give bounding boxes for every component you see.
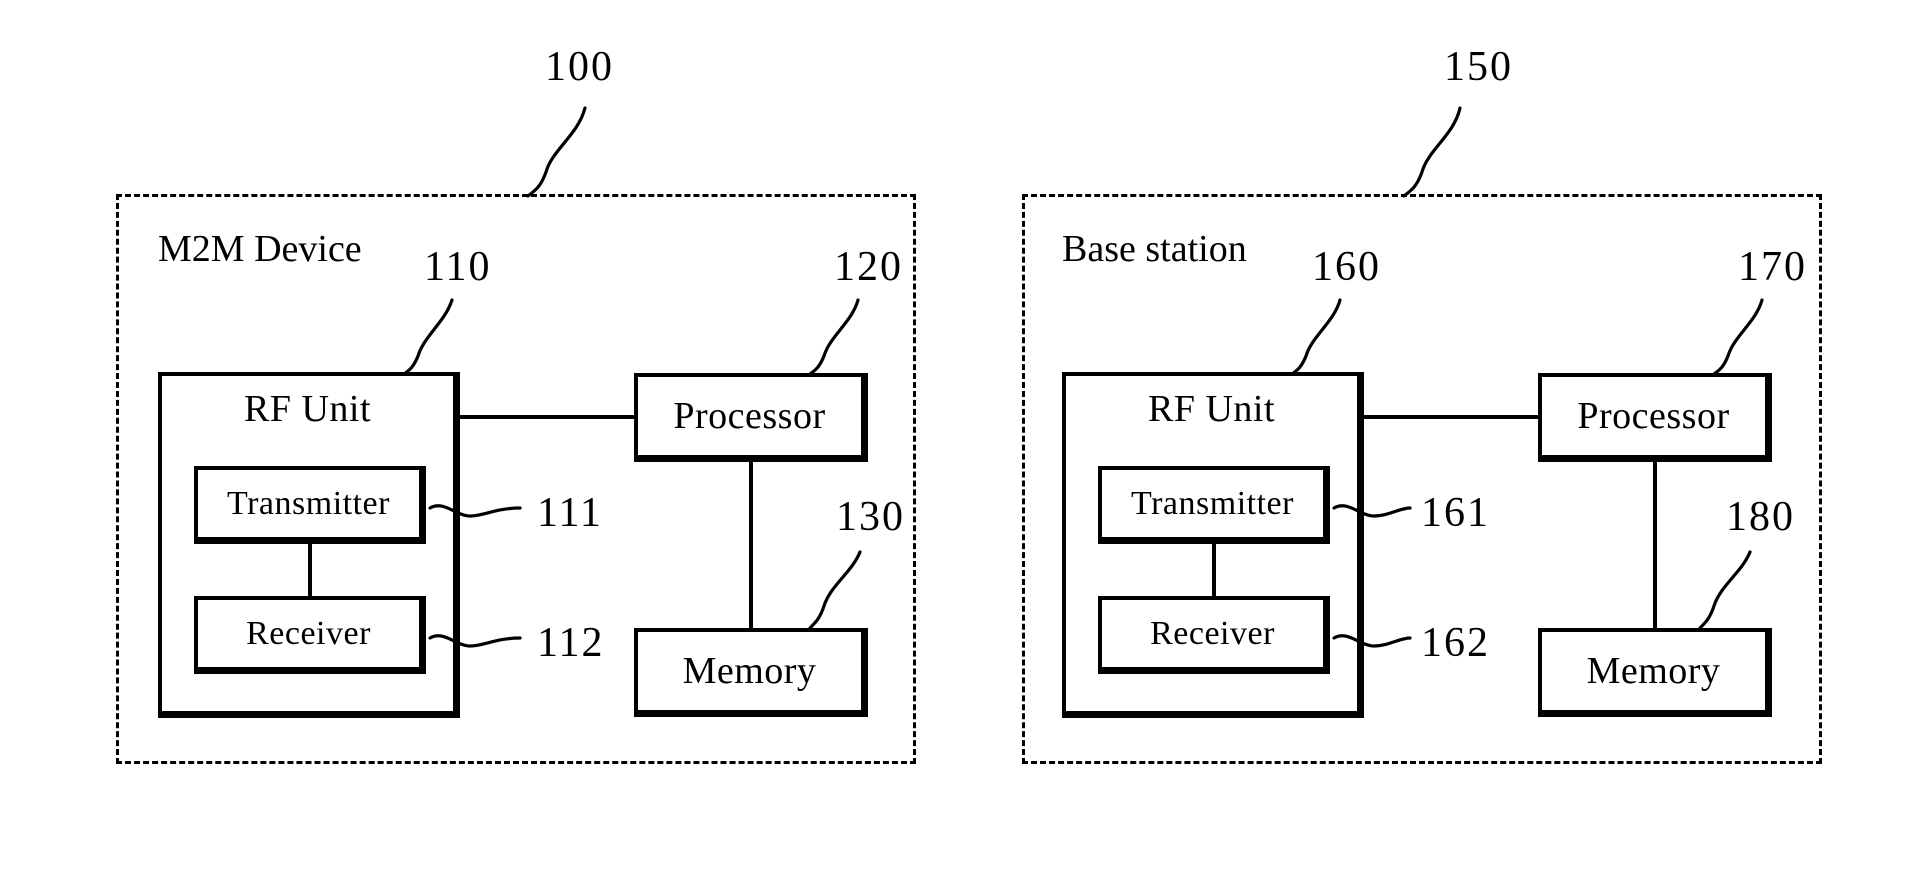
ref-numeral-110: 110	[424, 244, 492, 290]
ref-numeral-111: 111	[537, 490, 603, 536]
ref-numeral-112: 112	[537, 620, 605, 666]
leader-line-150	[1402, 106, 1462, 198]
block-label-rf-unit-base-station: RF Unit	[1147, 388, 1276, 430]
block-label-processor-base-station: Processor	[1577, 395, 1730, 437]
ref-numeral-120: 120	[834, 244, 903, 290]
ref-numeral-130: 130	[836, 494, 905, 540]
container-title-base-station: Base station	[1062, 228, 1247, 270]
connector-rfunit-processor-base-station	[1364, 415, 1540, 419]
block-memory-m2m[interactable]: Memory	[634, 628, 868, 717]
block-memory-base-station[interactable]: Memory	[1538, 628, 1772, 717]
block-transmitter-m2m[interactable]: Transmitter	[194, 466, 426, 544]
leader-line-100	[526, 106, 587, 198]
ref-numeral-170: 170	[1738, 244, 1807, 290]
ref-numeral-180: 180	[1726, 494, 1795, 540]
block-label-memory-m2m: Memory	[682, 650, 817, 692]
ref-numeral-150: 150	[1444, 44, 1513, 90]
block-label-memory-base-station: Memory	[1586, 650, 1721, 692]
ref-numeral-161: 161	[1421, 490, 1490, 536]
container-title-m2m-device: M2M Device	[158, 228, 362, 270]
block-label-transmitter-base-station: Transmitter	[1131, 484, 1294, 522]
connector-processor-memory-base-station	[1653, 462, 1657, 630]
block-label-receiver-base-station: Receiver	[1150, 614, 1275, 652]
ref-numeral-160: 160	[1312, 244, 1381, 290]
connector-processor-memory-m2m	[749, 462, 753, 630]
ref-numeral-162: 162	[1421, 620, 1490, 666]
block-processor-base-station[interactable]: Processor	[1538, 373, 1772, 462]
connector-transmitter-receiver-base-station	[1212, 544, 1216, 598]
block-processor-m2m[interactable]: Processor	[634, 373, 868, 462]
block-transmitter-base-station[interactable]: Transmitter	[1098, 466, 1330, 544]
block-label-processor-m2m: Processor	[673, 395, 826, 437]
connector-transmitter-receiver-m2m	[308, 544, 312, 598]
block-label-receiver-m2m: Receiver	[246, 614, 371, 652]
block-receiver-base-station[interactable]: Receiver	[1098, 596, 1330, 674]
block-label-transmitter-m2m: Transmitter	[227, 484, 390, 522]
connector-rfunit-processor-m2m	[460, 415, 636, 419]
patent-figure: M2M Device 100 110 120 111 112 130 RF Un…	[0, 0, 1926, 873]
block-receiver-m2m[interactable]: Receiver	[194, 596, 426, 674]
block-label-rf-unit-m2m: RF Unit	[243, 388, 372, 430]
ref-numeral-100: 100	[545, 44, 614, 90]
